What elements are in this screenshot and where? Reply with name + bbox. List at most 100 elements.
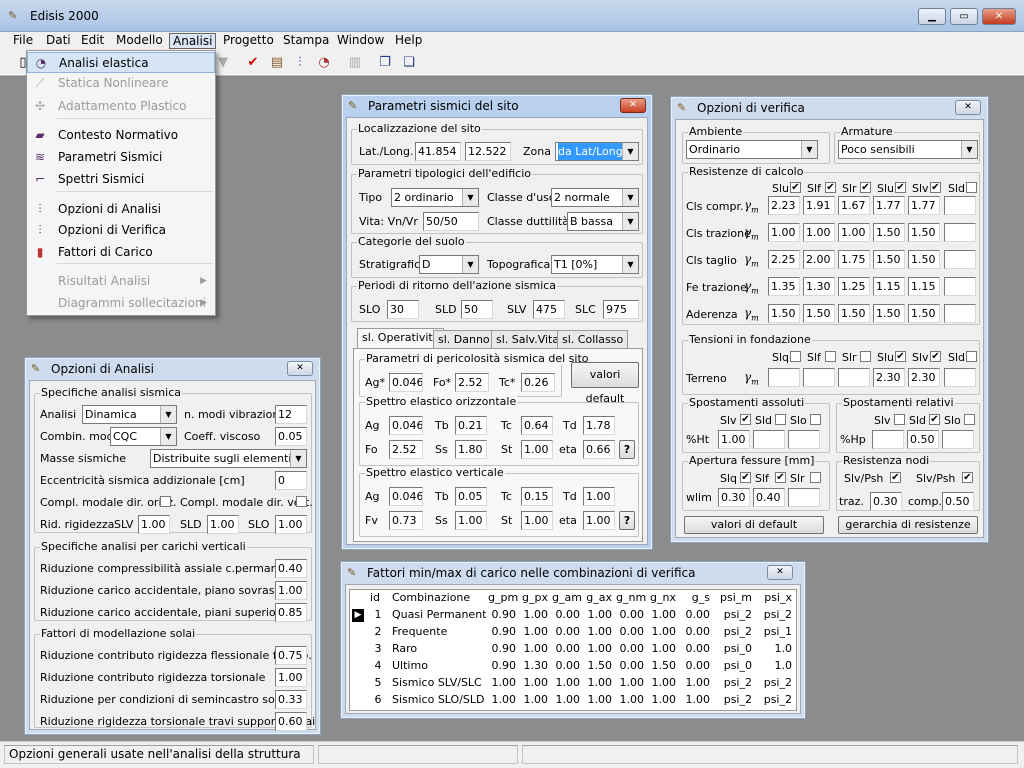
column-checkbox[interactable]: ✔ xyxy=(775,472,786,483)
menu-help[interactable]: Help xyxy=(392,33,425,49)
terreno-input[interactable] xyxy=(768,368,800,387)
column-header[interactable]: g_px xyxy=(518,590,550,607)
column-checkbox[interactable] xyxy=(966,351,977,362)
resistenza-input[interactable]: 1.67 xyxy=(838,196,870,215)
nmodi-input[interactable]: 12 xyxy=(275,405,307,424)
orizz-help-button[interactable]: ? xyxy=(619,440,635,459)
zona-select[interactable]: da Lat/Long ▼ xyxy=(555,142,639,161)
column-header[interactable]: g_nx xyxy=(646,590,678,607)
column-checkbox[interactable]: ✔ xyxy=(825,182,836,193)
valori-default-button[interactable]: valori default xyxy=(571,362,639,405)
resistenza-input[interactable]: 1.91 xyxy=(803,196,835,215)
column-checkbox[interactable] xyxy=(860,351,871,362)
terreno-input[interactable] xyxy=(803,368,835,387)
terreno-input[interactable] xyxy=(944,368,976,387)
solai-row-input[interactable]: 0.33 xyxy=(275,690,307,709)
orizz-tc-input[interactable]: 0.64 xyxy=(521,416,553,435)
window-close-button[interactable]: ✕ xyxy=(287,361,313,376)
column-checkbox[interactable]: ✔ xyxy=(790,182,801,193)
vert-help-button[interactable]: ? xyxy=(619,511,635,530)
combin-select[interactable]: CQC ▼ xyxy=(110,427,177,446)
resistenza-input[interactable]: 1.35 xyxy=(768,277,800,296)
column-checkbox[interactable]: ✔ xyxy=(930,351,941,362)
resistenza-input[interactable] xyxy=(944,223,976,242)
ambiente-select[interactable]: Ordinario ▼ xyxy=(686,140,818,159)
column-checkbox[interactable]: ✔ xyxy=(930,182,941,193)
terreno-input[interactable]: 2.30 xyxy=(908,368,940,387)
topo-select[interactable]: T1 [0%] ▼ xyxy=(551,255,639,274)
column-checkbox[interactable]: ✔ xyxy=(962,472,973,483)
menu-item-9[interactable]: Risultati Analisi ▶ xyxy=(27,271,215,292)
rid-slo-input[interactable]: 1.00 xyxy=(275,515,307,534)
resistenza-input[interactable]: 1.30 xyxy=(803,277,835,296)
column-checkbox[interactable] xyxy=(966,182,977,193)
tab-danno[interactable]: sl. Danno xyxy=(433,330,495,348)
resistenza-input[interactable]: 1.15 xyxy=(908,277,940,296)
solai-row-input[interactable]: 0.60 xyxy=(275,712,307,731)
column-checkbox[interactable] xyxy=(775,414,786,425)
compl-orizz-checkbox[interactable] xyxy=(160,496,171,507)
menu-modello[interactable]: Modello xyxy=(113,33,166,49)
menu-item-3[interactable]: ▰ Contesto Normativo xyxy=(27,125,215,146)
sld-input[interactable]: 50 xyxy=(461,300,493,319)
menu-item-7[interactable]: ⫶ Opzioni di Verifica xyxy=(27,220,215,241)
rid-slv-input[interactable]: 1.00 xyxy=(138,515,170,534)
tc-star-input[interactable]: 0.26 xyxy=(521,373,555,392)
solai-row-input[interactable]: 0.75 xyxy=(275,646,307,665)
column-header[interactable]: psi_x xyxy=(754,590,794,607)
column-header[interactable]: g_s xyxy=(678,590,712,607)
resistenza-input[interactable]: 1.50 xyxy=(873,250,905,269)
resistenza-input[interactable]: 1.77 xyxy=(873,196,905,215)
resistenza-input[interactable]: 2.00 xyxy=(803,250,835,269)
vert-row-input[interactable]: 0.40 xyxy=(275,559,307,578)
window-close-button[interactable]: ✕ xyxy=(620,98,646,113)
analisi-select[interactable]: Dinamica ▼ xyxy=(82,405,177,424)
resistenza-input[interactable]: 1.50 xyxy=(803,304,835,323)
orizz-td-input[interactable]: 1.78 xyxy=(583,416,615,435)
vert-tb-input[interactable]: 0.05 xyxy=(455,487,487,506)
vert-ag-input[interactable]: 0.046 xyxy=(389,487,423,506)
orizz-st-input[interactable]: 1.00 xyxy=(521,440,553,459)
resistenza-input[interactable]: 1.00 xyxy=(838,223,870,242)
eccentr-input[interactable]: 0 xyxy=(275,471,307,490)
resistenza-input[interactable]: 1.77 xyxy=(908,196,940,215)
resistenza-input[interactable]: 1.50 xyxy=(908,304,940,323)
lat-input[interactable]: 41.854 xyxy=(415,142,461,161)
terreno-input[interactable] xyxy=(838,368,870,387)
resistenza-input[interactable]: 1.50 xyxy=(768,304,800,323)
resistenza-input[interactable]: 1.50 xyxy=(873,304,905,323)
column-header[interactable]: id xyxy=(368,590,388,607)
classe-uso-select[interactable]: 2 normale ▼ xyxy=(551,188,639,207)
resistenza-input[interactable]: 1.50 xyxy=(908,250,940,269)
menu-edit[interactable]: Edit xyxy=(78,33,107,49)
vert-st-input[interactable]: 1.00 xyxy=(521,511,553,530)
menu-item-5[interactable]: ⌐ Spettri Sismici xyxy=(27,169,215,190)
resistenza-input[interactable] xyxy=(944,277,976,296)
column-checkbox[interactable]: ✔ xyxy=(890,472,901,483)
column-header[interactable]: psi_m xyxy=(712,590,754,607)
terreno-input[interactable]: 2.30 xyxy=(873,368,905,387)
menu-item-2[interactable]: ✣ Adattamento Plastico xyxy=(27,96,215,117)
resistenza-input[interactable] xyxy=(944,304,976,323)
column-checkbox[interactable]: ✔ xyxy=(929,414,940,425)
traz-input[interactable]: 0.30 xyxy=(870,492,902,511)
resistenza-input[interactable]: 1.00 xyxy=(803,223,835,242)
resistenza-input[interactable] xyxy=(944,196,976,215)
menu-item-0[interactable]: ◔ Analisi elastica xyxy=(27,52,215,73)
column-checkbox[interactable]: ✔ xyxy=(740,414,751,425)
resistenza-input[interactable]: 1.25 xyxy=(838,277,870,296)
close-button[interactable]: ✕ xyxy=(982,8,1016,25)
resistenza-input[interactable]: 1.15 xyxy=(873,277,905,296)
maximize-button[interactable]: ▭ xyxy=(950,8,978,25)
row-input[interactable]: 0.40 xyxy=(753,488,785,507)
menu-item-1[interactable]: ⟋ Statica Nonlineare xyxy=(27,73,215,94)
column-header[interactable]: g_pm xyxy=(486,590,518,607)
fo-star-input[interactable]: 2.52 xyxy=(455,373,489,392)
compl-vert-checkbox[interactable] xyxy=(296,496,307,507)
row-input[interactable] xyxy=(788,430,820,449)
tipo-select[interactable]: 2 ordinario ▼ xyxy=(391,188,479,207)
rid-sld-input[interactable]: 1.00 xyxy=(207,515,239,534)
slc-input[interactable]: 975 xyxy=(603,300,639,319)
column-checkbox[interactable] xyxy=(894,414,905,425)
resistenza-input[interactable]: 1.50 xyxy=(908,223,940,242)
